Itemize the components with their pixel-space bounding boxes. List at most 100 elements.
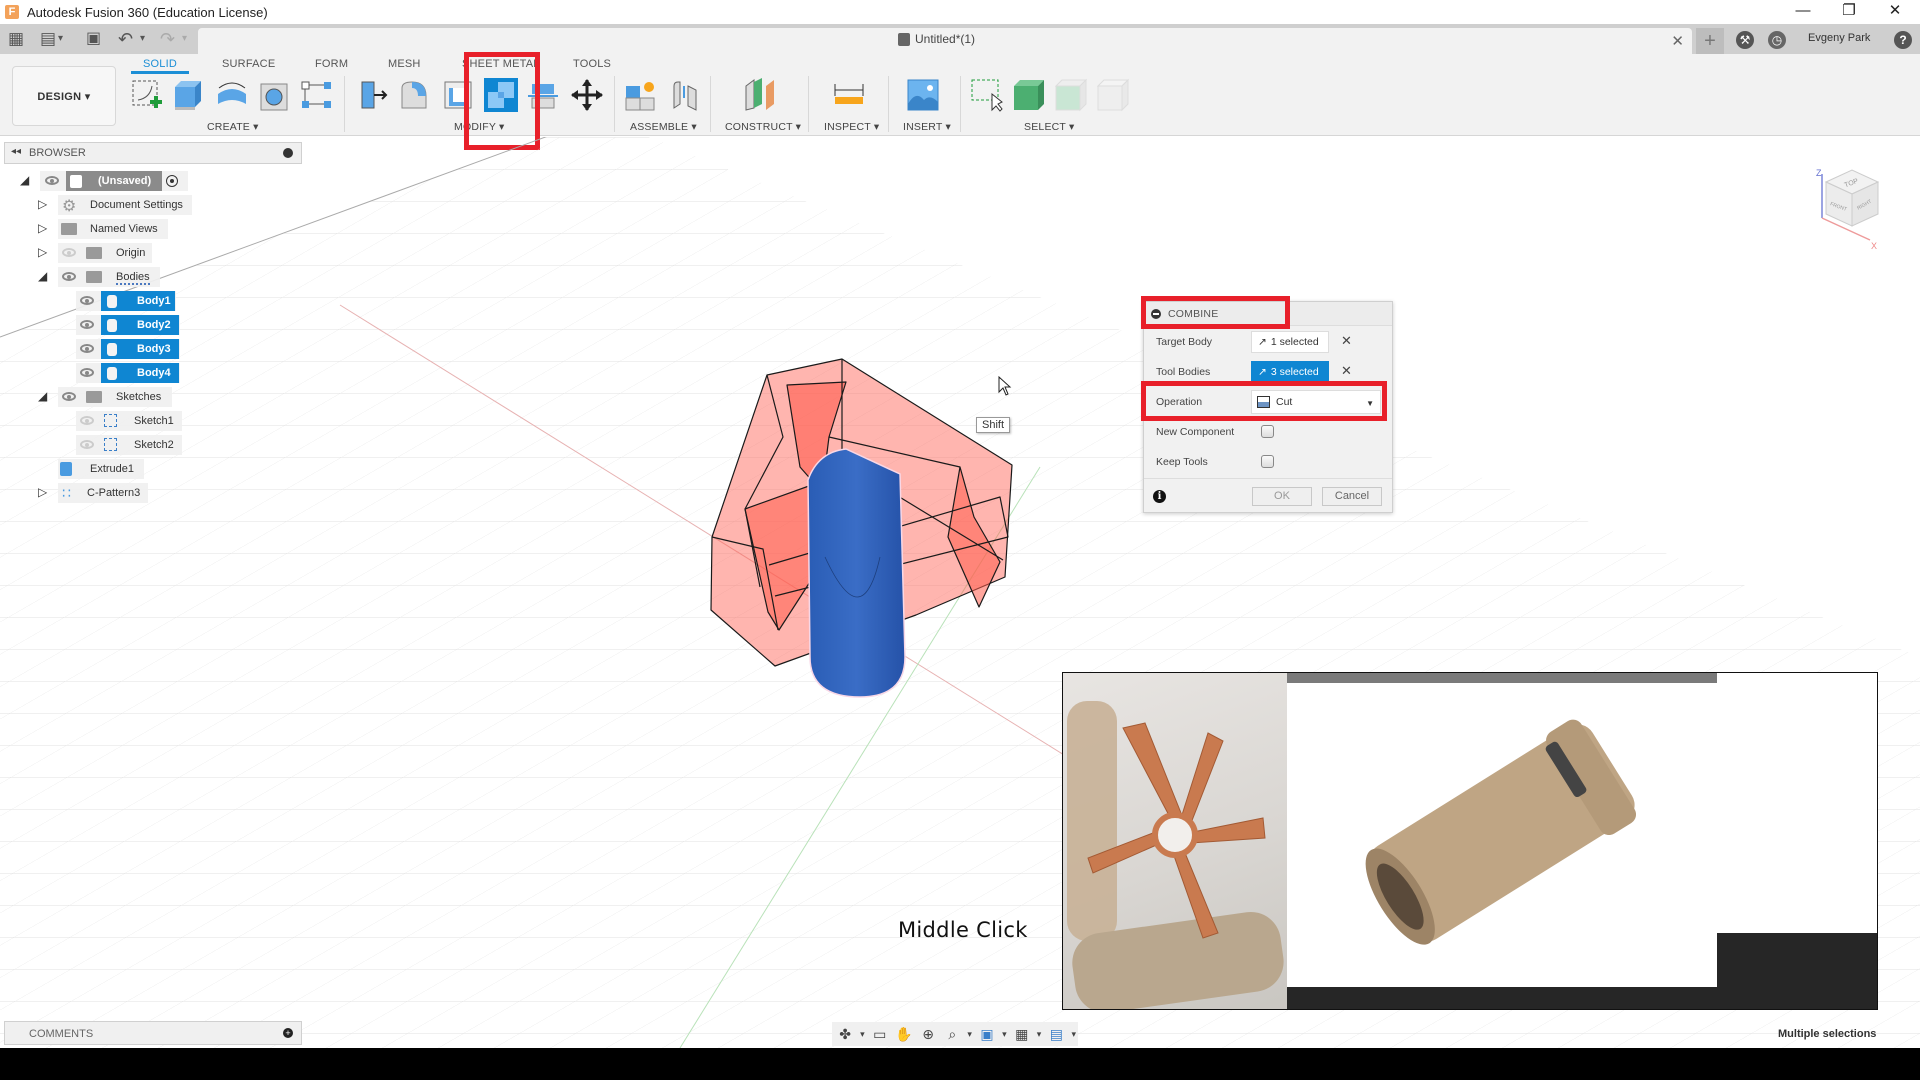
tool-bodies-selector[interactable]: ↗ 3 selected	[1251, 361, 1329, 383]
collapse-dialog-icon[interactable]	[1151, 309, 1161, 319]
fit-icon[interactable]: ⌕	[941, 1024, 963, 1044]
combine-icon[interactable]	[484, 78, 518, 112]
tab-form[interactable]: FORM	[315, 58, 348, 70]
tree-item-document-settings[interactable]: ▷ ⚙ Document Settings	[0, 195, 200, 215]
joint-icon[interactable]	[668, 78, 702, 112]
tree-item-extrude1[interactable]: Extrude1	[0, 459, 200, 479]
target-body-selector[interactable]: ↗ 1 selected	[1251, 331, 1329, 353]
hidden-eye-icon[interactable]	[80, 440, 94, 449]
tree-item-bodies[interactable]: ◢ Bodies	[0, 267, 200, 287]
user-account-menu[interactable]: Evgeny Park	[1808, 32, 1870, 44]
tab-surface[interactable]: SURFACE	[222, 58, 275, 70]
view-cube[interactable]: TOP FRONT RIGHT Z X	[1808, 160, 1888, 260]
minimize-button[interactable]: —	[1780, 0, 1826, 24]
orbit-icon[interactable]: ✤	[834, 1024, 856, 1044]
close-tab-button[interactable]: ✕	[1671, 32, 1684, 50]
tree-root[interactable]: ◢ (Unsaved)	[0, 171, 200, 191]
save-icon[interactable]: ▣	[86, 28, 101, 50]
clear-tool-bodies-button[interactable]: ✕	[1341, 363, 1352, 379]
look-at-icon[interactable]: ▭	[869, 1024, 891, 1044]
viewports-caret-icon[interactable]: ▾	[1070, 1024, 1079, 1044]
insert-canvas-icon[interactable]	[906, 78, 940, 112]
pattern-icon[interactable]	[300, 78, 334, 112]
activate-radio-icon[interactable]	[166, 175, 178, 187]
tree-item-c-pattern3[interactable]: ▷ ∷ C-Pattern3	[0, 483, 200, 503]
offset-plane-icon[interactable]	[744, 78, 778, 112]
visibility-eye-icon[interactable]	[62, 392, 76, 401]
tree-item-body4[interactable]: Body4	[0, 363, 200, 383]
visibility-eye-icon[interactable]	[80, 344, 94, 353]
file-menu-icon[interactable]: ▤	[40, 28, 56, 50]
assemble-menu[interactable]: ASSEMBLE ▾	[630, 121, 697, 133]
expand-triangle-icon[interactable]: ▷	[38, 485, 47, 499]
grid-settings-icon[interactable]: ▦	[1011, 1024, 1033, 1044]
insert-menu[interactable]: INSERT ▾	[903, 121, 951, 133]
browser-panel-header[interactable]: ◂◂ BROWSER	[4, 142, 302, 164]
tree-item-body1[interactable]: Body1	[0, 291, 200, 311]
display-caret-icon[interactable]: ▾	[1000, 1024, 1009, 1044]
tree-item-sketches[interactable]: ◢ Sketches	[0, 387, 200, 407]
ok-button[interactable]: OK	[1252, 487, 1312, 506]
redo-caret-icon[interactable]: ▾	[182, 28, 187, 50]
help-icon[interactable]: ?	[1894, 31, 1912, 49]
fit-caret-icon[interactable]: ▾	[965, 1024, 974, 1044]
tab-mesh[interactable]: MESH	[388, 58, 421, 70]
modify-menu[interactable]: MODIFY ▾	[454, 121, 504, 133]
tree-item-origin[interactable]: ▷ Origin	[0, 243, 200, 263]
cancel-button[interactable]: Cancel	[1322, 487, 1382, 506]
select-menu[interactable]: SELECT ▾	[1024, 121, 1074, 133]
target-body[interactable]	[807, 448, 906, 698]
zoom-icon[interactable]: ⊕	[917, 1024, 939, 1044]
expand-triangle-icon[interactable]: ▷	[38, 221, 47, 235]
fillet-icon[interactable]	[398, 78, 432, 112]
collapse-triangle-icon[interactable]: ◢	[20, 173, 29, 187]
browser-pin-icon[interactable]	[283, 148, 293, 158]
tab-tools[interactable]: TOOLS	[573, 58, 611, 70]
clear-target-body-button[interactable]: ✕	[1341, 333, 1352, 349]
expand-triangle-icon[interactable]: ▷	[38, 197, 47, 211]
move-copy-icon[interactable]	[570, 78, 604, 112]
undo-caret-icon[interactable]: ▾	[140, 28, 145, 50]
combine-dialog-header[interactable]: COMBINE	[1144, 302, 1392, 326]
tree-item-body2[interactable]: Body2	[0, 315, 200, 335]
create-sketch-icon[interactable]	[130, 78, 164, 112]
collapse-triangle-icon[interactable]: ◢	[38, 389, 47, 403]
display-settings-icon[interactable]: ▣	[976, 1024, 998, 1044]
orbit-caret-icon[interactable]: ▾	[858, 1024, 867, 1044]
workspace-switcher[interactable]: DESIGN ▾	[12, 66, 116, 126]
visibility-eye-icon[interactable]	[80, 368, 94, 377]
new-tab-button[interactable]: +	[1696, 28, 1724, 54]
shell-icon[interactable]	[441, 78, 475, 112]
restore-button[interactable]: ❐	[1826, 0, 1872, 24]
extrude-icon[interactable]	[172, 78, 206, 112]
document-tab[interactable]: Untitled*(1) ✕	[198, 28, 1692, 54]
close-window-button[interactable]: ✕	[1872, 0, 1918, 24]
grid-caret-icon[interactable]: ▾	[1035, 1024, 1044, 1044]
tree-item-sketch1[interactable]: Sketch1	[0, 411, 200, 431]
comments-panel[interactable]: COMMENTS +	[4, 1021, 302, 1045]
revolve-icon[interactable]	[215, 78, 249, 112]
operation-dropdown[interactable]: Cut ▼	[1251, 390, 1381, 414]
collapse-browser-icon[interactable]: ◂◂	[11, 146, 21, 157]
redo-icon[interactable]: ↷	[160, 28, 175, 50]
undo-icon[interactable]: ↶	[118, 28, 133, 50]
root-component[interactable]: (Unsaved)	[66, 171, 162, 191]
select-body-icon[interactable]	[1012, 78, 1046, 112]
tab-sheet-metal[interactable]: SHEET METAL	[462, 58, 540, 70]
press-pull-icon[interactable]	[356, 78, 390, 112]
visibility-eye-icon[interactable]	[80, 296, 94, 305]
info-icon[interactable]: i	[1153, 490, 1166, 503]
hidden-eye-icon[interactable]	[80, 416, 94, 425]
split-face-icon[interactable]	[526, 78, 560, 112]
viewports-icon[interactable]: ▤	[1045, 1024, 1067, 1044]
expand-triangle-icon[interactable]: ▷	[38, 245, 47, 259]
new-component-checkbox[interactable]	[1261, 425, 1274, 438]
notifications-clock-icon[interactable]: ◷	[1768, 31, 1786, 49]
window-select-icon[interactable]	[970, 78, 1004, 112]
hidden-eye-icon[interactable]	[62, 248, 76, 257]
new-component-icon[interactable]	[624, 78, 658, 112]
file-menu-caret-icon[interactable]: ▾	[58, 28, 63, 50]
job-status-icon[interactable]: ⚒	[1736, 31, 1754, 49]
select-face-icon[interactable]	[1054, 78, 1088, 112]
hole-icon[interactable]	[258, 78, 292, 112]
